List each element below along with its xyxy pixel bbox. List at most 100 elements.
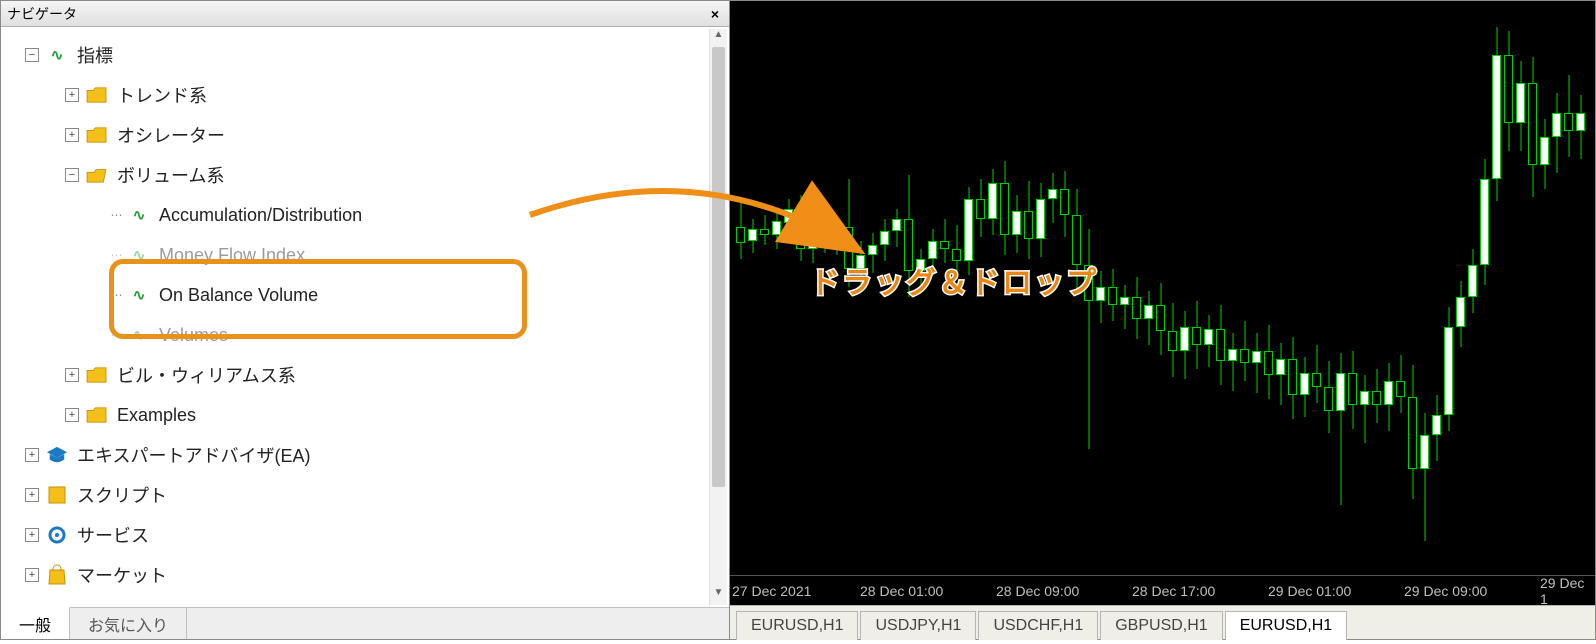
candlestick [940, 219, 949, 263]
tree-item-oscillator[interactable]: + オシレーター [7, 115, 727, 155]
candlestick [844, 179, 853, 287]
chart-panel: 27 Dec 2021 28 Dec 01:00 28 Dec 09:00 28… [730, 0, 1596, 640]
tree-item-scripts[interactable]: + スクリプト [7, 475, 727, 515]
candlestick [1384, 363, 1393, 431]
expand-icon[interactable]: + [25, 448, 39, 462]
chart-xaxis: 27 Dec 2021 28 Dec 01:00 28 Dec 09:00 28… [730, 575, 1595, 605]
tree-item-ad[interactable]: ⋯ ∿ Accumulation/Distribution [7, 195, 727, 235]
candlestick [1000, 161, 1009, 255]
tree-item-services[interactable]: + サービス [7, 515, 727, 555]
gear-icon [45, 524, 69, 546]
candlestick [1276, 343, 1285, 405]
candlestick [976, 179, 985, 237]
chart-tab[interactable]: GBPUSD,H1 [1100, 611, 1222, 640]
chart-tab[interactable]: USDCHF,H1 [978, 611, 1098, 640]
candlestick [1468, 249, 1477, 313]
candlestick [1120, 285, 1129, 329]
candlestick [1060, 171, 1069, 237]
label: ボリューム系 [117, 162, 224, 188]
navigator-titlebar[interactable]: ナビゲータ × [1, 1, 729, 27]
tree-item-trend[interactable]: + トレンド系 [7, 75, 727, 115]
tree-item-bill[interactable]: + ビル・ウィリアムス系 [7, 355, 727, 395]
collapse-icon[interactable]: − [25, 48, 39, 62]
tree-item-mfi[interactable]: ⋯ ∿ Money Flow Index [7, 235, 727, 275]
tab-favorites[interactable]: お気に入り [70, 608, 187, 639]
label: スクリプト [77, 482, 167, 508]
indicator-icon: ∿ [127, 284, 151, 306]
candlestick [916, 249, 925, 293]
label: On Balance Volume [159, 285, 318, 306]
indicator-icon: ∿ [127, 204, 151, 226]
navigator-title: ナビゲータ [7, 4, 77, 24]
candlestick [1420, 413, 1429, 541]
tree-item-volume[interactable]: − ボリューム系 [7, 155, 727, 195]
expand-icon[interactable]: + [25, 488, 39, 502]
candlestick [892, 209, 901, 247]
label: トレンド系 [117, 82, 207, 108]
candlestick [1204, 315, 1213, 367]
label: マーケット [77, 562, 167, 588]
tree-item-examples[interactable]: + Examples [7, 395, 727, 435]
candlestick [748, 219, 757, 253]
chart-tab[interactable]: USDJPY,H1 [860, 611, 976, 640]
candlestick [1492, 27, 1501, 201]
folder-open-icon [85, 164, 109, 186]
tree-item-obv[interactable]: ⋯ ∿ On Balance Volume [7, 275, 727, 315]
candlestick [1300, 357, 1309, 417]
candlestick [856, 241, 865, 289]
candlestick [832, 221, 841, 255]
navigator-panel: ナビゲータ × ▲ ▼ − ∿ 指標 + トレンド系 + [0, 0, 730, 640]
candlestick [1048, 173, 1057, 223]
tree-item-market[interactable]: + マーケット [7, 555, 727, 595]
collapse-icon[interactable]: − [65, 168, 79, 182]
candlestick [1168, 303, 1177, 377]
label: サービス [77, 522, 149, 548]
candlestick [1540, 119, 1549, 189]
expand-icon[interactable]: + [25, 528, 39, 542]
tree-item-indicators[interactable]: − ∿ 指標 [7, 35, 727, 75]
candlestick [820, 223, 829, 253]
expand-icon[interactable]: + [65, 368, 79, 382]
graduation-cap-icon [45, 444, 69, 466]
label: ビル・ウィリアムス系 [117, 362, 296, 388]
expand-icon[interactable]: + [65, 408, 79, 422]
xaxis-label: 28 Dec 01:00 [860, 583, 943, 599]
chart-tab[interactable]: EURUSD,H1 [736, 611, 858, 640]
candlestick [1192, 301, 1201, 369]
label: 指標 [77, 42, 113, 68]
xaxis-label: 29 Dec 01:00 [1268, 583, 1351, 599]
candlestick [796, 195, 805, 261]
candlestick [1072, 189, 1081, 291]
tab-general[interactable]: 一般 [1, 607, 70, 639]
chart-tab[interactable]: EURUSD,H1 [1225, 611, 1347, 640]
candlestick [988, 169, 997, 235]
navigator-tabs: 一般 お気に入り [1, 607, 729, 639]
candlestick [880, 219, 889, 261]
candlestick [808, 229, 817, 263]
tree-item-volumes[interactable]: ⋯ ∿ Volumes [7, 315, 727, 355]
candlestick [1264, 325, 1273, 399]
folder-icon [85, 364, 109, 386]
xaxis-label: 29 Dec 1 [1540, 575, 1593, 606]
navigator-tree: ▲ ▼ − ∿ 指標 + トレンド系 + オシレーター [1, 27, 729, 607]
candlestick [1408, 365, 1417, 499]
candlestick [1504, 31, 1513, 151]
candlestick [736, 201, 745, 259]
chart-area[interactable]: 27 Dec 2021 28 Dec 01:00 28 Dec 09:00 28… [730, 1, 1595, 605]
label: Accumulation/Distribution [159, 205, 362, 226]
candlestick [1360, 375, 1369, 443]
xaxis-label: 29 Dec 09:00 [1404, 583, 1487, 599]
candlestick [1144, 291, 1153, 345]
shopping-bag-icon [45, 564, 69, 586]
candlestick [1228, 333, 1237, 391]
candlestick [1396, 355, 1405, 413]
candlestick [1372, 369, 1381, 423]
candlestick [1552, 93, 1561, 173]
close-icon[interactable]: × [707, 6, 723, 22]
expand-icon[interactable]: + [25, 568, 39, 582]
tree-item-ea[interactable]: + エキスパートアドバイザ(EA) [7, 435, 727, 475]
label: オシレーター [117, 122, 225, 148]
expand-icon[interactable]: + [65, 88, 79, 102]
expand-icon[interactable]: + [65, 128, 79, 142]
candlestick [1216, 305, 1225, 385]
